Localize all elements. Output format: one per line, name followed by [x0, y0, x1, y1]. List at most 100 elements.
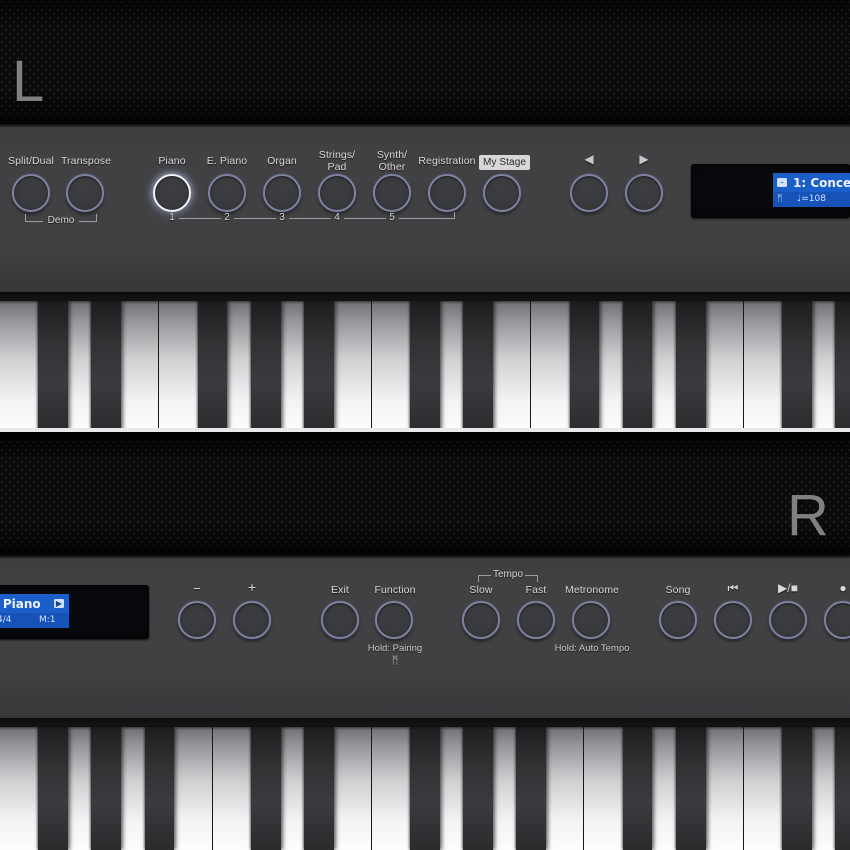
button-registration[interactable] [428, 174, 466, 212]
black-key[interactable] [410, 727, 440, 850]
button-exit[interactable] [321, 601, 359, 639]
button-tempo-fast[interactable] [517, 601, 555, 639]
black-key[interactable] [303, 727, 334, 850]
label-e-piano: E. Piano [206, 155, 248, 167]
button-organ[interactable] [263, 174, 301, 212]
black-key[interactable] [303, 301, 334, 432]
label-function: Function [374, 584, 416, 596]
label-cursor-left: ◀ [584, 152, 594, 166]
tone-number-4: 4 [334, 212, 340, 223]
label-exit: Exit [331, 584, 349, 596]
button-piano[interactable] [153, 174, 191, 212]
label-split-dual: Split/Dual [8, 155, 54, 167]
black-key[interactable] [250, 727, 281, 850]
lower-control-panel: − + Exit Function Slow Fast Metronome So… [0, 555, 850, 718]
tone-number-5: 5 [389, 212, 395, 223]
label-play-stop: ▶/■ [777, 581, 799, 595]
button-synth-other[interactable] [373, 174, 411, 212]
key-baseline-upper [0, 428, 850, 432]
label-registration: Registration [418, 155, 476, 167]
demo-bracket: Demo [25, 214, 97, 230]
black-key[interactable] [463, 301, 493, 432]
lcd-row-tone: – 1: Concert [773, 173, 850, 192]
button-strings-pad[interactable] [318, 174, 356, 212]
black-key[interactable] [516, 727, 547, 850]
black-key[interactable] [622, 301, 653, 432]
lcd-arrow-box-icon: ▶ [54, 599, 64, 608]
button-plus[interactable] [233, 601, 271, 639]
keybed-shadow-lower [0, 718, 850, 730]
black-key[interactable] [91, 301, 122, 432]
keyboard-upper[interactable] [0, 292, 850, 432]
label-tempo-slow: Slow [469, 584, 493, 596]
label-song: Song [665, 584, 691, 596]
label-transpose: Transpose [60, 155, 112, 167]
black-key[interactable] [197, 301, 228, 432]
black-key[interactable] [835, 301, 850, 432]
button-split-dual[interactable] [12, 174, 50, 212]
black-key[interactable] [144, 727, 175, 850]
button-play-stop[interactable] [769, 601, 807, 639]
button-cursor-left[interactable] [570, 174, 608, 212]
button-rewind[interactable] [714, 601, 752, 639]
metronome-hold-label: Hold: Auto Tempo [554, 643, 630, 654]
digital-piano-panel: L Split/Dual Transpose Piano E. Piano Or… [0, 0, 850, 850]
lcd-bluetooth-icon: ᛗ [777, 194, 783, 204]
lcd-tone-name: 1: Concert [793, 176, 850, 190]
tempo-bracket: Tempo [478, 569, 538, 585]
black-key[interactable] [410, 301, 440, 432]
channel-label-left: L [12, 49, 45, 114]
black-key[interactable] [782, 727, 812, 850]
black-key[interactable] [782, 301, 812, 432]
black-key[interactable] [835, 727, 850, 850]
black-key[interactable] [38, 727, 68, 850]
black-key[interactable] [463, 727, 493, 850]
button-my-stage[interactable] [483, 174, 521, 212]
black-key[interactable] [91, 727, 122, 850]
black-key[interactable] [675, 727, 706, 850]
function-bluetooth-icon: ᛗ [391, 655, 399, 667]
tone-number-connector: 1 2 3 4 5 [165, 208, 455, 224]
label-metronome: Metronome [564, 584, 619, 596]
lcd-row-tone-cont: rt Piano ▶ [0, 594, 69, 613]
lcd-minus-box-icon: – [777, 178, 787, 187]
lcd-tone-name-cont: rt Piano [0, 597, 41, 611]
channel-label-right: R [787, 483, 829, 548]
black-key[interactable] [38, 301, 68, 432]
button-song[interactable] [659, 601, 697, 639]
lcd-display-lower[interactable]: rt Piano ▶ 4/4 M:1 [0, 585, 149, 639]
button-cursor-right[interactable] [625, 174, 663, 212]
button-function[interactable] [375, 601, 413, 639]
keybed-shadow-upper [0, 292, 850, 304]
button-e-piano[interactable] [208, 174, 246, 212]
label-minus: − [193, 581, 201, 596]
speaker-grille-left [0, 0, 850, 124]
label-my-stage: My Stage [479, 155, 531, 170]
label-piano: Piano [158, 155, 186, 167]
lcd-tempo-readout: ♩=108 [797, 194, 826, 204]
label-organ: Organ [267, 155, 297, 167]
lcd-display-upper[interactable]: – 1: Concert ᛗ ♩=108 [691, 164, 850, 218]
black-key[interactable] [622, 727, 653, 850]
keyboard-lower[interactable] [0, 718, 850, 850]
tone-number-2: 2 [224, 212, 230, 223]
lcd-row-meter: 4/4 M:1 [0, 613, 69, 628]
button-record[interactable] [824, 601, 850, 639]
speaker-grille-right [0, 440, 850, 555]
button-tempo-slow[interactable] [462, 601, 500, 639]
upper-control-panel: Split/Dual Transpose Piano E. Piano Orga… [0, 124, 850, 292]
label-plus: + [247, 579, 257, 595]
button-transpose[interactable] [66, 174, 104, 212]
button-minus[interactable] [178, 601, 216, 639]
label-strings-pad: Strings/ Pad [318, 149, 356, 173]
tone-number-3: 3 [279, 212, 285, 223]
label-cursor-right: ▶ [639, 152, 649, 166]
black-key[interactable] [675, 301, 706, 432]
label-rewind: ⏮ [727, 581, 739, 595]
black-key[interactable] [250, 301, 281, 432]
demo-bracket-label: Demo [47, 215, 75, 226]
black-key[interactable] [569, 301, 600, 432]
tone-number-1: 1 [169, 212, 175, 223]
button-metronome[interactable] [572, 601, 610, 639]
lcd-measure-readout: M:1 [39, 615, 56, 625]
